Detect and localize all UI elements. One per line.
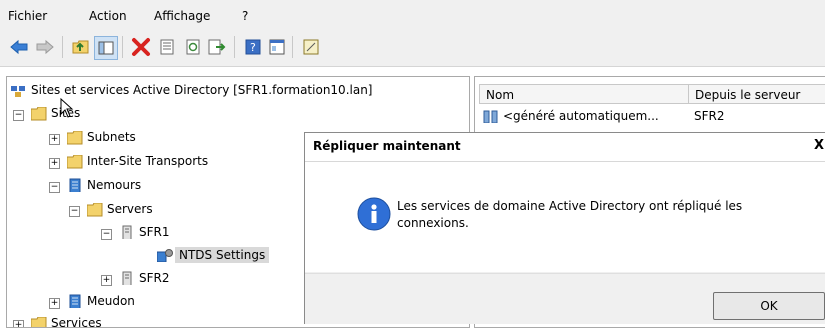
tree-item-sites[interactable]: − Sites <box>13 104 313 124</box>
list-row[interactable]: <généré automatiquem... SFR2 <box>479 107 825 127</box>
expand-icon[interactable]: + <box>49 134 60 145</box>
expand-icon[interactable]: + <box>49 298 60 309</box>
dialog-body: Les services de domaine Active Directory… <box>305 162 825 272</box>
dialog-message: Les services de domaine Active Directory… <box>397 199 743 230</box>
help-icon[interactable]: ? <box>242 36 264 58</box>
tree-item-label: Subnets <box>87 130 136 144</box>
menu-help[interactable]: ? <box>242 9 248 23</box>
column-header-depuis-le-serveur[interactable]: Depuis le serveur <box>688 84 825 104</box>
menu-fichier[interactable]: Fichier <box>8 9 47 23</box>
site-building-icon <box>69 294 81 308</box>
toolbar-separator <box>62 36 63 58</box>
up-folder-icon[interactable] <box>70 36 92 58</box>
properties-icon[interactable] <box>156 36 178 58</box>
tree-item-inter-site-transports[interactable]: + Inter-Site Transports <box>49 152 309 172</box>
collapse-icon[interactable]: − <box>101 229 112 240</box>
ad-sites-icon <box>11 86 25 97</box>
new-window-icon[interactable] <box>300 36 322 58</box>
server-icon <box>122 225 132 239</box>
folder-icon <box>31 107 47 121</box>
tree-item-nemours[interactable]: − Nemours <box>49 176 309 196</box>
console-icon[interactable] <box>266 36 288 58</box>
toolbar-separator <box>292 36 293 58</box>
replicate-now-dialog: Répliquer maintenant X Les services de d… <box>304 132 825 324</box>
menu-action[interactable]: Action <box>89 9 127 23</box>
forward-icon[interactable] <box>34 36 56 58</box>
folder-icon <box>87 203 103 217</box>
dialog-title: Répliquer maintenant <box>313 139 461 153</box>
tree-item-meudon[interactable]: + Meudon <box>49 292 309 312</box>
tree-item-label: Nemours <box>87 178 142 192</box>
expand-icon[interactable]: + <box>49 158 60 169</box>
tree-item-root[interactable]: Sites et services Active Directory [SFR1… <box>11 81 461 101</box>
column-header-nom[interactable]: Nom <box>479 84 689 104</box>
folder-icon <box>67 131 83 145</box>
info-icon <box>357 197 391 231</box>
site-building-icon <box>69 178 81 192</box>
delete-icon[interactable] <box>130 36 152 58</box>
svg-text:?: ? <box>250 41 256 54</box>
tree-item-servers[interactable]: − Servers <box>69 200 309 220</box>
server-icon <box>122 271 132 285</box>
tree-item-label: Services <box>51 316 102 328</box>
export-icon[interactable] <box>206 36 228 58</box>
tree-item-sfr2[interactable]: + SFR2 <box>101 269 301 289</box>
tree-item-label: SFR1 <box>139 225 170 239</box>
tree-item-subnets[interactable]: + Subnets <box>49 128 309 148</box>
collapse-icon[interactable]: − <box>69 206 80 217</box>
close-button[interactable]: X <box>814 138 824 153</box>
back-icon[interactable] <box>8 36 30 58</box>
expand-icon[interactable]: + <box>13 320 24 327</box>
tree-item-sfr1[interactable]: − SFR1 <box>101 223 301 243</box>
ok-button[interactable]: OK <box>713 292 825 320</box>
toolbar: ? <box>0 30 825 67</box>
ntds-settings-icon <box>157 249 173 262</box>
menu-bar: Fichier Action Affichage ? <box>0 0 825 30</box>
list-cell-from-server: SFR2 <box>694 109 725 123</box>
tree-item-label: Sites et services Active Directory [SFR1… <box>31 83 373 97</box>
refresh-icon[interactable] <box>182 36 204 58</box>
mouse-cursor-icon <box>60 98 74 118</box>
show-tree-icon[interactable] <box>94 36 118 60</box>
collapse-icon[interactable]: − <box>49 182 60 193</box>
collapse-icon[interactable]: − <box>13 110 24 121</box>
dialog-footer: OK <box>305 273 825 324</box>
menu-affichage[interactable]: Affichage <box>154 9 210 23</box>
toolbar-separator <box>122 36 123 58</box>
folder-icon <box>67 155 83 169</box>
tree-item-label: NTDS Settings <box>175 247 270 263</box>
tree-item-label: SFR2 <box>139 271 170 285</box>
tree-item-label: Servers <box>107 202 153 216</box>
tree-item-services[interactable]: + Services <box>13 314 313 328</box>
expand-icon[interactable]: + <box>101 275 112 286</box>
dialog-title-bar: Répliquer maintenant X <box>305 133 825 162</box>
tree-item-label: Meudon <box>87 294 135 308</box>
folder-icon <box>31 317 47 327</box>
tree-item-label: Inter-Site Transports <box>87 154 209 168</box>
list-cell-name: <généré automatiquem... <box>503 109 659 123</box>
toolbar-separator <box>234 36 235 58</box>
tree-item-ntds-settings[interactable]: NTDS Settings <box>157 246 285 266</box>
connection-icon <box>483 110 498 123</box>
